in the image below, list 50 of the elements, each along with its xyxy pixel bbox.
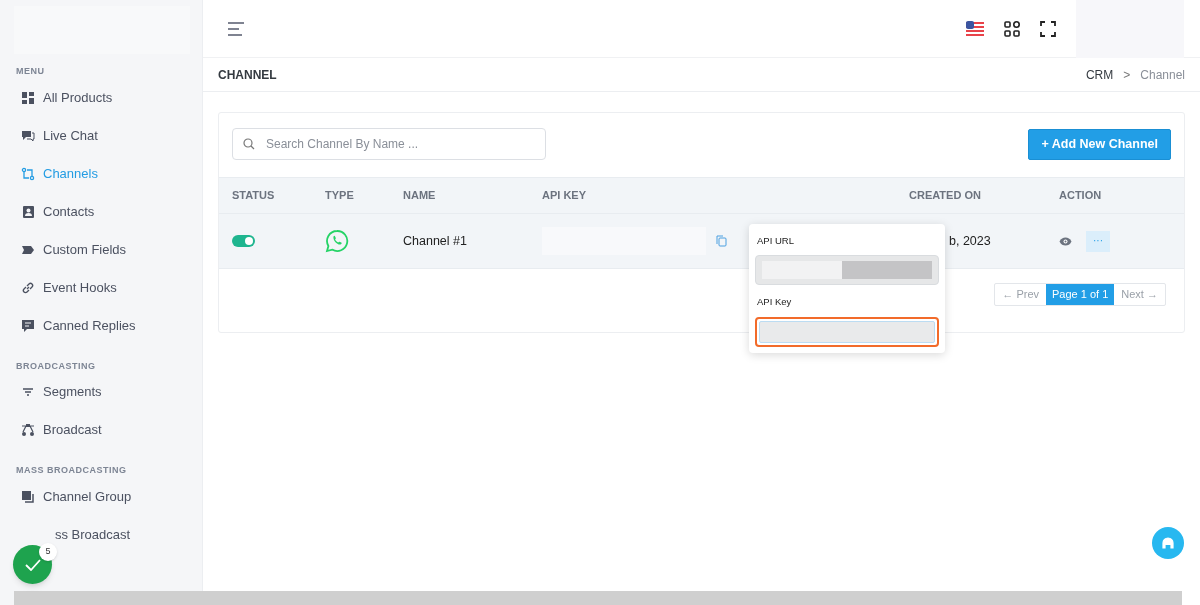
menu-item-icon <box>21 90 35 105</box>
headset-icon <box>1160 535 1176 551</box>
bottom-scrollbar[interactable] <box>14 591 1182 605</box>
breadcrumb-separator: > <box>1123 66 1131 84</box>
section-heading: MENU <box>15 65 46 78</box>
sidebar-item[interactable]: Channel Group <box>43 486 132 507</box>
sidebar-item[interactable]: Event Hooks <box>43 277 117 298</box>
menu-item-icon <box>21 385 35 399</box>
sidebar-item[interactable]: Custom Fields <box>43 239 127 260</box>
menu-item-icon <box>21 204 35 219</box>
status-toggle[interactable] <box>232 235 255 247</box>
column-header: CREATED ON <box>909 189 981 202</box>
apps-icon[interactable] <box>1004 20 1020 37</box>
section-heading: BROADCASTING <box>15 359 97 373</box>
breadcrumb-item[interactable]: CRM <box>1085 65 1114 84</box>
menu-item-icon <box>21 489 35 504</box>
menu-item-icon <box>21 128 35 143</box>
sidebar-item[interactable]: Contacts <box>43 201 95 222</box>
sidebar-item[interactable]: All Products <box>43 87 113 108</box>
check-icon <box>24 558 41 571</box>
menu-item-icon <box>21 280 35 295</box>
column-header: API KEY <box>542 189 586 202</box>
column-header: TYPE <box>325 189 354 202</box>
search-icon <box>243 138 255 150</box>
redacted-input-field[interactable] <box>755 316 939 347</box>
menu-icon[interactable] <box>227 21 245 36</box>
field-label: API URL <box>757 234 795 248</box>
copy-icon[interactable] <box>716 235 727 247</box>
menu-item-icon <box>21 423 35 437</box>
flag-icon[interactable] <box>966 20 984 37</box>
column-header: STATUS <box>232 189 275 202</box>
fullscreen-icon[interactable] <box>1040 20 1056 37</box>
page-title: CHANNEL <box>218 66 277 84</box>
sidebar-item[interactable]: ss Broadcast <box>55 524 131 545</box>
breadcrumb-item: Channel <box>1140 66 1185 84</box>
column-header: NAME <box>403 189 436 202</box>
sidebar-item[interactable]: Broadcast <box>43 420 102 440</box>
chat-bubble-phone-icon <box>325 229 349 253</box>
field-label: API Key <box>757 295 793 310</box>
column-header: ACTION <box>1059 189 1102 202</box>
table-cell: Channel #1 <box>403 233 467 248</box>
menu-item-icon <box>21 166 35 181</box>
sidebar-item[interactable]: Canned Replies <box>43 315 136 336</box>
search-field[interactable]: Search Channel By Name ... <box>232 128 546 160</box>
sidebar-item[interactable]: Segments <box>43 382 102 402</box>
section-heading: MASS BROADCASTING <box>15 464 128 477</box>
sidebar-item[interactable]: Live Chat <box>43 125 98 146</box>
eye-icon[interactable] <box>1059 236 1072 246</box>
table-cell: b, 2023 <box>949 233 991 248</box>
menu-item-icon <box>21 318 35 333</box>
